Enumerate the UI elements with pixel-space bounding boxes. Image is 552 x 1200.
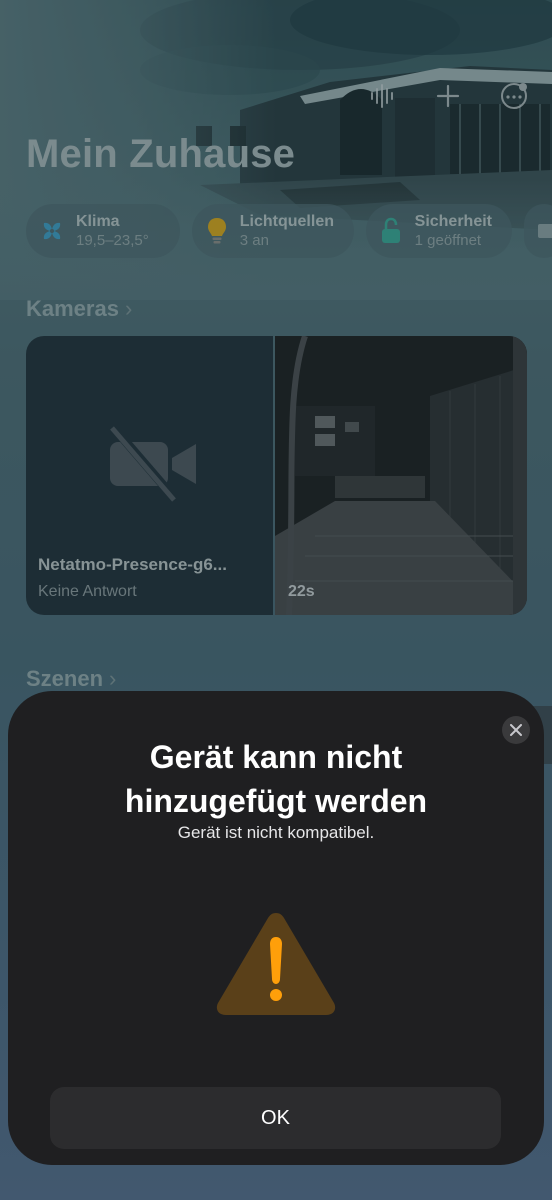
chip-more[interactable] [524,204,552,258]
warning-icon [214,909,338,1026]
chip-value: 1 geöffnet [414,232,482,249]
waveform-icon[interactable] [366,80,398,112]
camera-status: Keine Antwort [38,583,137,600]
dialog-title: Gerät kann nicht hinzugefügt werden [124,739,428,819]
ok-button[interactable]: OK [50,1087,501,1149]
plus-icon[interactable] [432,80,464,112]
chip-climate[interactable]: Klima 19,5–23,5° [26,204,180,258]
chip-label: Lichtquellen [239,213,334,230]
chip-security[interactable]: Sicherheit 1 geöffnet [366,204,512,258]
more-icon[interactable] [498,80,530,112]
chip-value: 3 an [239,232,269,249]
fan-icon [38,217,66,245]
camera-snapshot [275,336,527,615]
chip-label: Sicherheit [414,213,492,230]
chip-value: 19,5–23,5° [76,232,149,249]
camera-snapshot-age: 22s [288,583,315,600]
camera-tile-netatmo[interactable]: Netatmo-Presence-g6... Keine Antwort [26,336,273,615]
status-chips: Klima 19,5–23,5° Lichtquellen 3 an Siche… [26,204,552,258]
camera-tiles: Netatmo-Presence-g6... Keine Antwort 22s [26,336,527,615]
section-cameras-title[interactable]: Kameras › [26,296,132,322]
section-scenes-label: Szenen [26,666,104,691]
video-off-icon [106,424,206,509]
dialog-message: Gerät ist nicht kompatibel. [177,823,375,842]
lock-open-icon [378,217,405,245]
error-dialog: Gerät kann nicht hinzugefügt werden Gerä… [8,691,544,1165]
lightbulb-icon [204,217,230,245]
section-cameras-label: Kameras [26,296,119,321]
section-scenes-title[interactable]: Szenen › [26,666,116,692]
camera-tile-live[interactable]: 22s [275,336,527,615]
camera-name: Netatmo-Presence-g6... [38,555,227,574]
device-icon [536,217,552,245]
chevron-right-icon: › [124,296,133,321]
chip-label: Klima [76,213,120,230]
chip-lights[interactable]: Lichtquellen 3 an [192,204,354,258]
page-title: Mein Zuhause [26,132,296,176]
chevron-right-icon: › [109,666,117,691]
